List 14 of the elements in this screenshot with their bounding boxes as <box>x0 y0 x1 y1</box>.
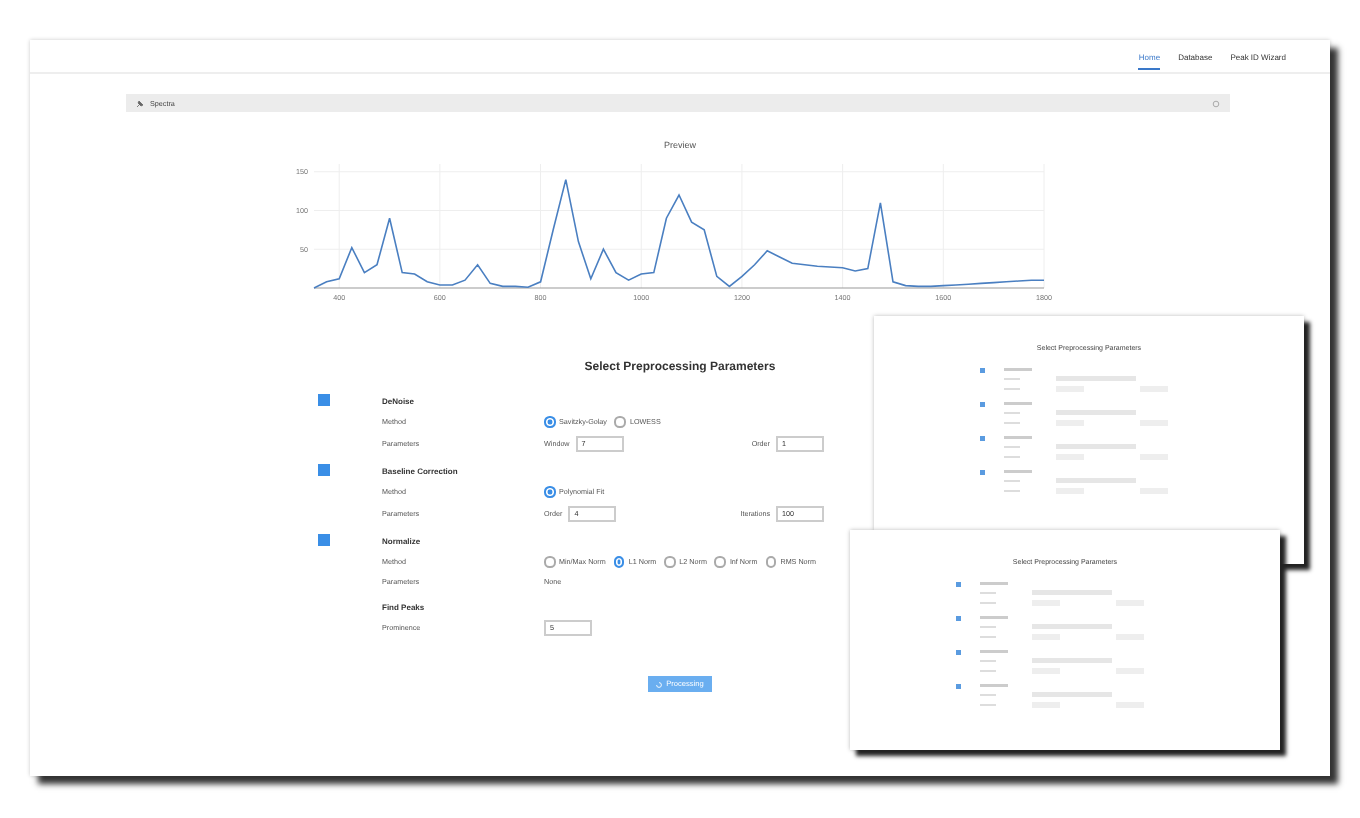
checkbox[interactable] <box>318 464 330 476</box>
radio-button[interactable] <box>613 556 625 568</box>
refresh-icon <box>1212 99 1220 107</box>
radio-button[interactable] <box>544 486 555 498</box>
radio-button[interactable] <box>544 416 555 428</box>
radio-button[interactable] <box>614 416 626 428</box>
pin-icon <box>136 99 144 107</box>
radio-button[interactable] <box>765 556 777 568</box>
checkbox[interactable] <box>318 394 330 406</box>
checkbox[interactable] <box>318 534 330 546</box>
radio-button[interactable] <box>544 556 555 568</box>
spinner-icon <box>656 681 663 687</box>
radio-button[interactable] <box>714 556 726 568</box>
radio-button[interactable] <box>664 556 676 568</box>
